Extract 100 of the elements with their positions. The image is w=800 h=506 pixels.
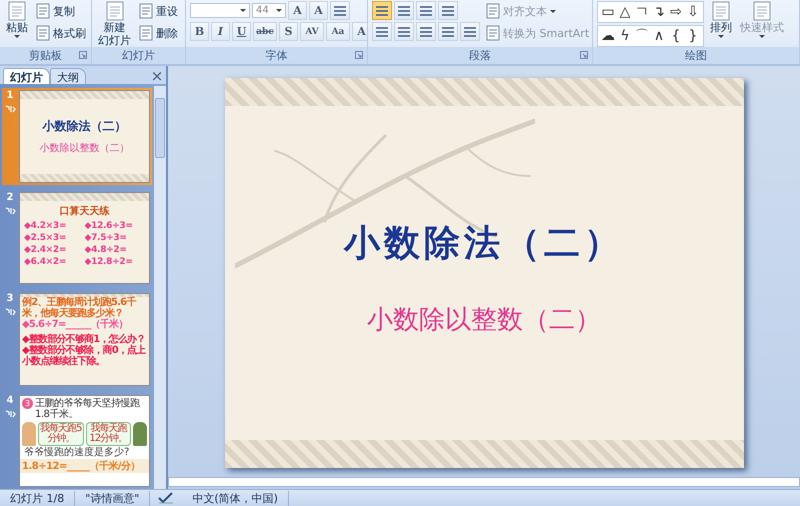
slide-text: ◆5.6÷7=______（千米） [21,319,129,330]
slide-text: ◆整数部分不够商1，怎么办？ [21,334,146,345]
ribbon-button[interactable]: 删除 [137,23,180,43]
font-name-field[interactable] [190,3,250,18]
exercise-text: ◆4.2×3= [24,220,68,230]
animation-icon [4,206,16,216]
exercise-text: ◆12.8÷2= [84,256,134,266]
lines-icon [419,24,433,38]
slide-text: ◆整数部分不够除，商0，点上小数点继续往下除。 [20,345,147,367]
slide-indicator: 幻灯片 1/8 [0,490,76,506]
font-size-field[interactable]: 44 [252,3,286,18]
lines-icon [333,4,347,18]
animation-icon [4,408,16,418]
slide-subtitle: 小数除以整数（二） [40,142,130,155]
spacing-button[interactable]: AV [300,22,324,41]
bold-button[interactable]: B [190,22,209,41]
case-button[interactable]: Aa [326,22,350,41]
ribbon-button[interactable]: 新建 幻灯片 [96,1,133,47]
strikethrough-button[interactable]: abc [253,22,277,41]
theme-name: "诗情画意" [75,490,150,506]
launcher-icon [580,51,588,59]
font-button[interactable]: A [288,1,307,20]
slide-thumbnail[interactable]: 例2、王鹏每周计划跑5.6千米，他每天要跑多少米？ ◆5.6÷7=______（千米） ◆整数部分不够商1，怎么办？ ◆整数部分不够除，商0，点上小数点继续往下除。 [19,293,150,386]
paragraph-button[interactable] [394,1,414,20]
number-badge: 3 [22,398,33,408]
font-button[interactable]: A [309,1,328,20]
page-icon [711,1,731,21]
slide-thumbnail-row[interactable]: 3 例2、王鹏每周计划跑5.6千米，他每天要跑多少米？ ◆5.6÷7=______（千米） ◆整数部分不够商1，怎么办？ ◆整数部分不够除，商0，点上小数点继续往下除。 [2,291,152,388]
page-icon [36,3,50,19]
exercise-text: ◆2.5×3= [24,232,68,242]
paragraph-button[interactable] [372,1,392,20]
animation-icon [4,104,16,114]
slide-number: 2 [6,192,14,202]
shadow-button[interactable]: S [279,22,298,41]
person-illustration [133,422,147,446]
paragraph-button[interactable] [416,1,436,20]
slide-thumbnail-row[interactable]: 1 小数除法（二） 小数除以整数（二） [2,88,152,184]
exercise-text: ◆4.8÷2= [84,244,128,254]
slide-thumbnail-row[interactable]: 2 口算天天练 ◆4.2×3= ◆12.6÷3= ◆2.5×3= ◆7.5÷3= ◆2.4×2= ◆4.8÷2= ◆6.4×2= ◆12.8÷2= [2,190,152,286]
slide-number: 1 [6,90,14,101]
exercise-text: ◆2.4×2= [24,244,68,254]
paragraph-button[interactable] [330,1,350,20]
lines-icon [397,24,411,38]
slide-thumbnail[interactable]: 小数除法（二） 小数除以整数（二） [19,90,150,182]
pane-tab[interactable]: 幻灯片 [3,68,50,84]
speech-bubble: 我每天跑5分钟。 [38,422,84,446]
slide-thumbnail-row[interactable]: 4 3 王鹏的爷爷每天坚持慢跑1.8千米。 我每天跑5分钟。 我每天跑12分钟。 爷爷慢跑的速度是多少? 1.8÷12=_____（千米/分） [2,392,152,489]
font-button[interactable]: A [352,22,367,41]
slide-number: 3 [6,293,14,304]
slide-thumbnail[interactable]: 3 王鹏的爷爷每天坚持慢跑1.8千米。 我每天跑5分钟。 我每天跑12分钟。 爷爷慢跑的速度是多少? 1.8÷12=_____（千米/分） [19,394,150,487]
exercise-text: ◆6.4×2= [24,256,68,266]
paragraph-button[interactable] [460,22,480,41]
ribbon-button[interactable]: 重设 [137,1,180,21]
paragraph-button[interactable] [372,22,392,41]
paragraph-button[interactable] [416,22,436,41]
page-icon [139,25,153,41]
launcher-icon [79,51,87,59]
ribbon-button[interactable]: 粘贴 [4,1,30,38]
lines-icon [463,24,477,38]
caret-icon [759,35,765,38]
caret-icon [718,35,724,38]
italic-button[interactable]: I [211,22,230,41]
lines-icon [419,4,433,18]
lines-icon [441,4,455,18]
page-icon [7,1,27,21]
lines-icon [375,24,389,38]
slide-number: 4 [6,394,14,406]
ribbon-button[interactable]: 复制 [34,1,77,21]
language-indicator: 中文(简体，中国) [182,490,289,506]
group-label: 幻灯片 [122,48,155,63]
person-illustration [22,422,36,446]
exercise-text: ◆7.5÷3= [84,232,128,242]
paragraph-button[interactable] [394,22,414,41]
pane-tab[interactable]: 大纲 [50,68,86,84]
underline-button[interactable]: U [232,22,251,41]
group-label: 剪贴板 [29,48,62,63]
group-label: 绘图 [685,48,707,63]
slide-title: 小数除法（二） [344,222,624,266]
caret-icon [550,10,556,12]
slide-title: 口算天天练 [58,204,110,218]
scrollbar[interactable] [154,86,166,489]
lines-icon [397,4,411,18]
group-label: 段落 [469,48,491,63]
slide-title: 小数除法（二） [42,118,126,135]
page-icon [36,25,50,41]
ribbon-button[interactable]: 格式刷 [34,23,88,43]
close-button[interactable]: × [148,69,166,84]
paragraph-button[interactable] [438,1,458,20]
spellcheck-icon [158,492,174,504]
formula-text: 1.8÷12=_____（千米/分） [20,458,149,472]
ribbon-button[interactable]: 排列 [708,1,734,38]
paragraph-button[interactable] [438,22,458,41]
shape-gallery[interactable]: ▭ △ ㄱ ↴ ⇨ ⇩ [597,1,704,23]
caret-icon [14,35,20,38]
slide-text: 王鹏的爷爷每天坚持慢跑1.8千米。 [35,398,141,420]
scrollbar[interactable] [168,477,800,487]
slide-thumbnail[interactable]: 口算天天练 ◆4.2×3= ◆12.6÷3= ◆2.5×3= ◆7.5÷3= ◆2.4×2= ◆4.8÷2= ◆6.4×2= ◆12.8÷2= [19,192,150,284]
speech-bubble: 我每天跑12分钟。 [86,422,131,446]
caret-icon [240,9,246,12]
shape-gallery[interactable]: ☁ ϟ ⌒ ∧ { } [597,25,704,47]
